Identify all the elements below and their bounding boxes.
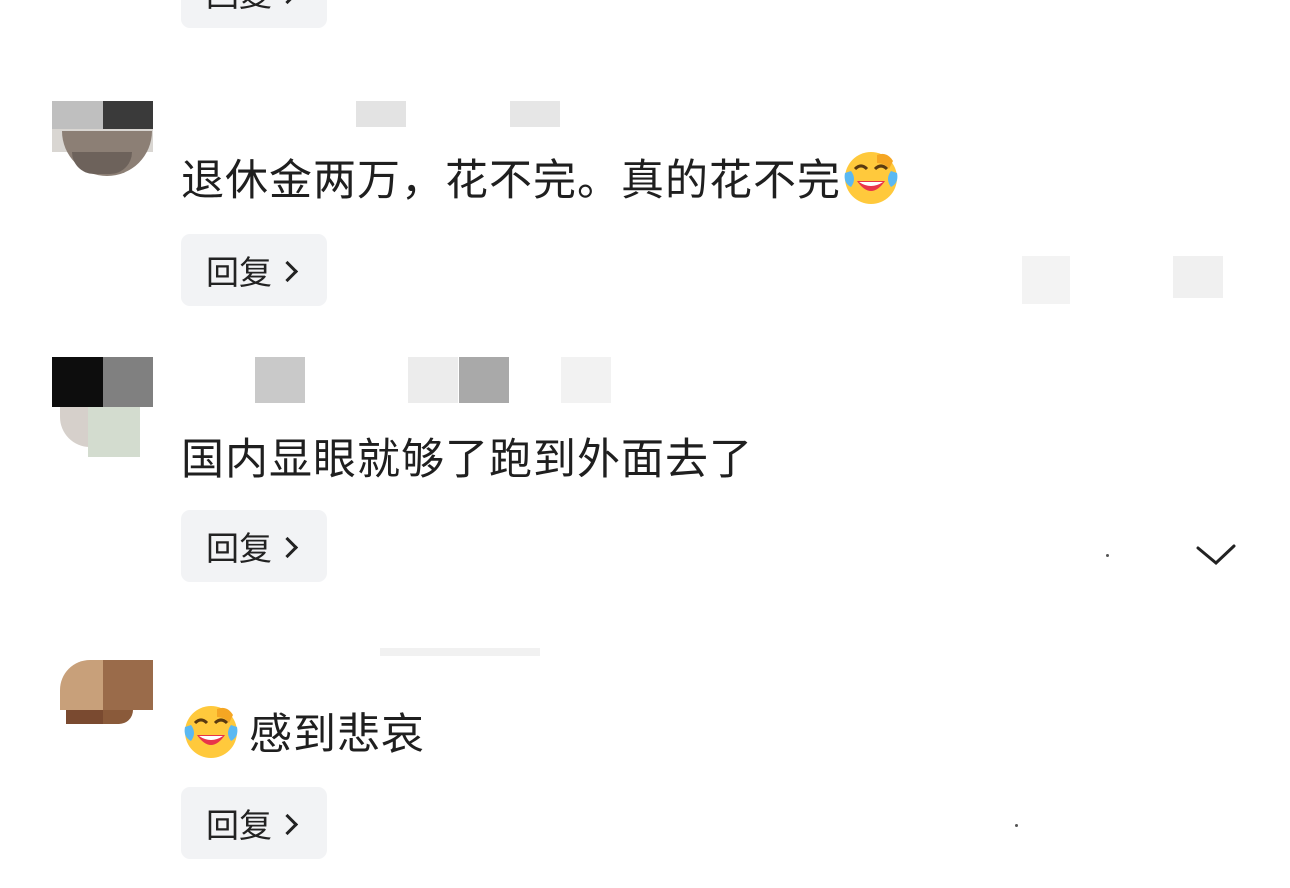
comment-text: 感到悲哀 bbox=[181, 700, 425, 762]
reply-label: 回复 bbox=[206, 253, 272, 292]
comment-text: 退休金两万，花不完。真的花不完 bbox=[181, 146, 901, 208]
chevron-right-icon bbox=[276, 260, 299, 282]
reply-label: 回复 bbox=[206, 0, 272, 16]
username-blurred bbox=[459, 357, 509, 403]
reply-button[interactable]: 回复 bbox=[181, 510, 327, 582]
avatar[interactable] bbox=[52, 101, 153, 202]
reply-button[interactable]: 回复 bbox=[181, 234, 327, 306]
reply-label: 回复 bbox=[206, 529, 272, 568]
decorative-dot bbox=[1015, 824, 1018, 827]
avatar[interactable] bbox=[52, 357, 153, 458]
comment-body: 退休金两万，花不完。真的花不完 bbox=[181, 156, 841, 206]
chevron-right-icon bbox=[276, 813, 299, 835]
laughing-crying-emoji-icon bbox=[181, 701, 241, 761]
like-area-blurred bbox=[1022, 256, 1070, 304]
reply-label: 回复 bbox=[206, 806, 272, 845]
comment-text: 国内显眼就够了跑到外面去了 bbox=[181, 425, 753, 487]
username-blurred bbox=[408, 357, 458, 403]
chevron-down-icon[interactable] bbox=[1195, 543, 1237, 567]
chevron-right-icon bbox=[276, 0, 299, 4]
like-area-blurred bbox=[1173, 256, 1223, 298]
comment-body: 国内显眼就够了跑到外面去了 bbox=[181, 435, 753, 485]
username-blurred bbox=[561, 357, 611, 403]
decorative-dot bbox=[1106, 554, 1109, 557]
reply-button[interactable]: 回复 bbox=[181, 787, 327, 859]
username-blurred bbox=[380, 648, 540, 656]
avatar[interactable] bbox=[52, 660, 153, 761]
comment-body: 感到悲哀 bbox=[249, 710, 425, 760]
username-blurred bbox=[510, 101, 560, 127]
chevron-right-icon bbox=[276, 536, 299, 558]
username-blurred bbox=[255, 357, 305, 403]
reply-button[interactable]: 回复 bbox=[181, 0, 327, 28]
username-blurred bbox=[356, 101, 406, 127]
laughing-crying-emoji-icon bbox=[841, 147, 901, 207]
